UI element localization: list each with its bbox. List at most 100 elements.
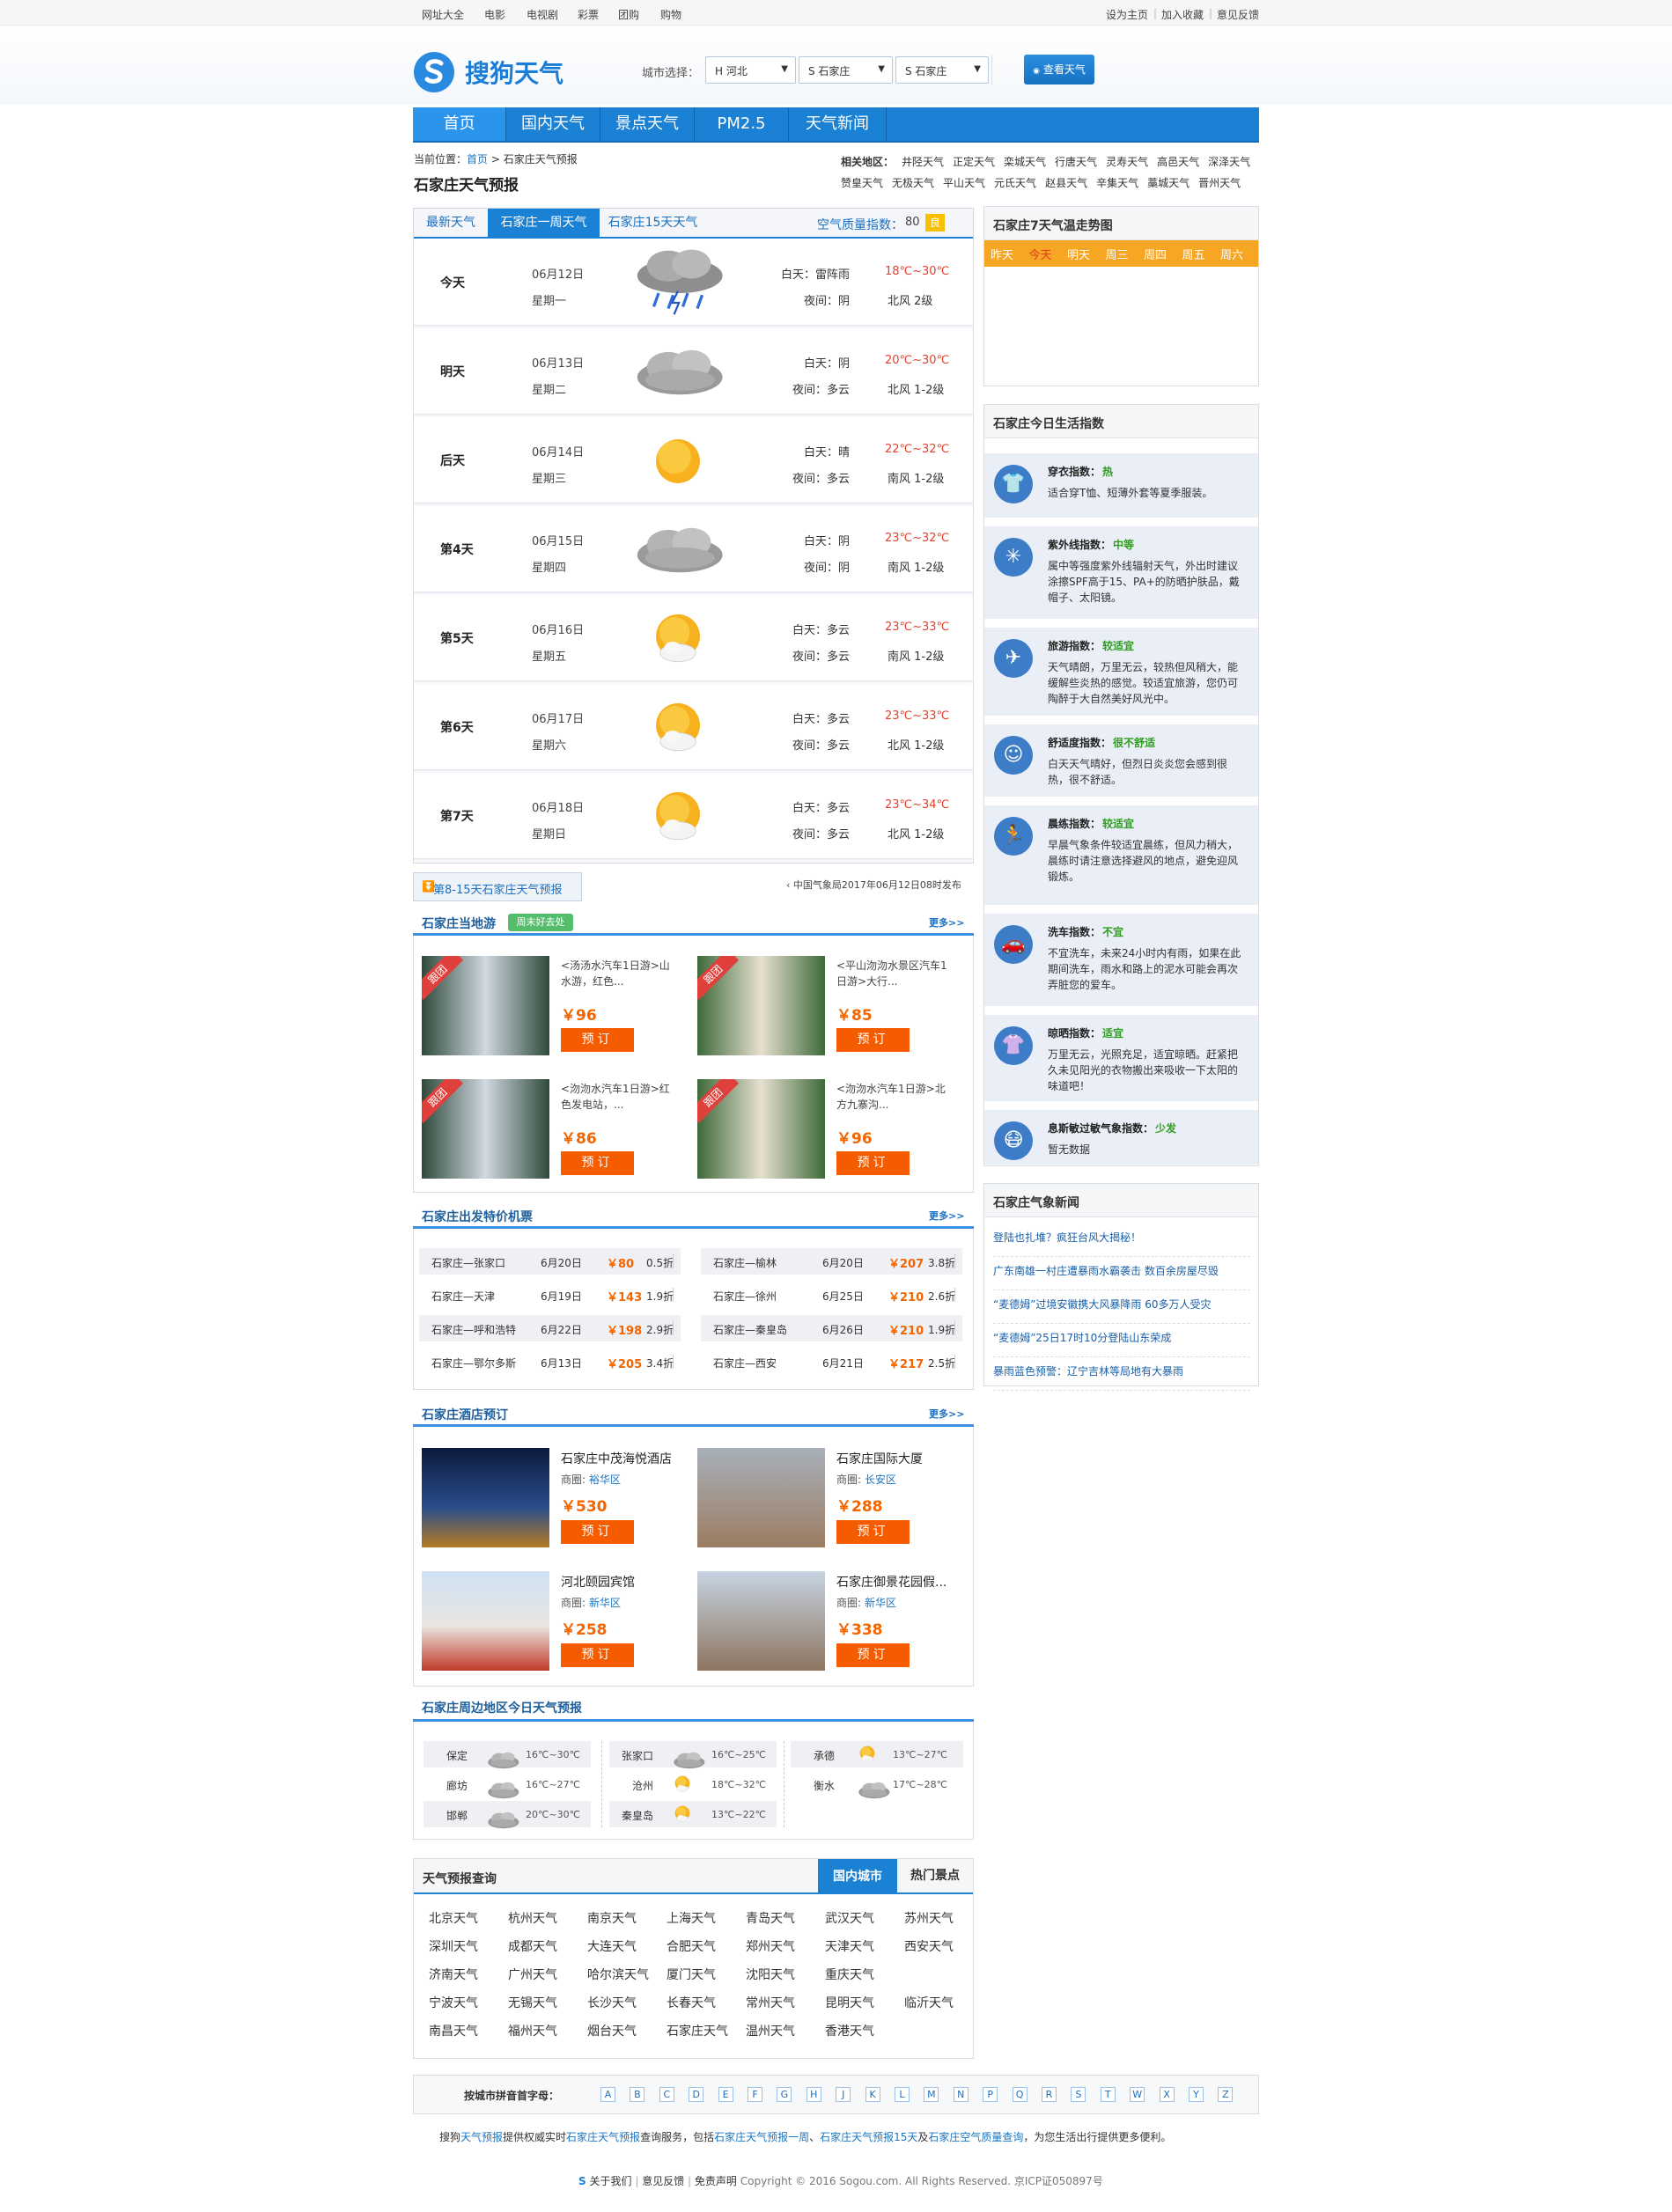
sogou-logo-icon[interactable] [414, 52, 454, 92]
hotel-item[interactable]: 河北颐园宾馆 商圈: 新华区 ￥258 预订 [422, 1571, 686, 1672]
hotel-image[interactable] [697, 1571, 825, 1671]
alpha-letter-m[interactable]: M [924, 2087, 939, 2102]
nav-item-pm25[interactable]: PM2.5 [695, 107, 788, 141]
topbar-link[interactable]: 团购 [618, 7, 639, 22]
related-link[interactable]: 元氏天气 [994, 177, 1036, 189]
topbar-link[interactable]: 加入收藏 [1161, 7, 1204, 22]
city-weather-link[interactable]: 无锡天气 [508, 1994, 557, 2011]
related-link[interactable]: 井陉天气 [902, 156, 944, 168]
footer-disclaimer-link[interactable]: 免责声明 [695, 2175, 737, 2187]
hotels-more-link[interactable]: 更多>> [929, 1407, 964, 1421]
related-link[interactable]: 辛集天气 [1096, 177, 1138, 189]
travel-text[interactable]: <沕沕水汽车1日游>北方九寨沟... [836, 1081, 955, 1113]
city-weather-link[interactable]: 广州天气 [508, 1966, 557, 1983]
travel-image[interactable]: 跟团 [422, 1079, 549, 1179]
city-weather-link[interactable]: 成都天气 [508, 1937, 557, 1955]
more-15days-button[interactable]: ⏬ 第8-15天石家庄天气预报 [413, 872, 582, 901]
travel-image[interactable]: 跟团 [697, 956, 825, 1055]
news-link[interactable]: 登陆也扎堆？疯狂台风大揭秘！ [993, 1230, 1250, 1257]
topbar-link[interactable]: 购物 [660, 7, 681, 22]
news-link[interactable]: “麦德姆”25日17时10分登陆山东荣成 [993, 1330, 1250, 1357]
news-link[interactable]: 暴雨蓝色预警：辽宁吉林等局地有大暴雨 [993, 1363, 1250, 1391]
book-button[interactable]: 预订 [561, 1151, 634, 1175]
nav-item-home[interactable]: 首页 [413, 107, 505, 141]
topbar-link[interactable]: 电视剧 [527, 7, 558, 22]
city-weather-link[interactable]: 温州天气 [746, 2022, 795, 2039]
alpha-letter-n[interactable]: N [953, 2087, 969, 2102]
city-weather-link[interactable]: 上海天气 [667, 1909, 716, 1927]
nearby-row[interactable]: 邯郸 20℃~30℃ [424, 1801, 591, 1829]
book-button[interactable]: 预订 [836, 1643, 910, 1667]
city-weather-link[interactable]: 临沂天气 [904, 1994, 954, 2011]
nearby-row[interactable]: 秦皇岛 13℃~22℃ [609, 1801, 777, 1827]
city-weather-link[interactable]: 哈尔滨天气 [587, 1966, 649, 1983]
city-weather-link[interactable]: 青岛天气 [746, 1909, 795, 1927]
alpha-letter-k[interactable]: K [865, 2087, 880, 2102]
city-weather-link[interactable]: 长春天气 [667, 1994, 716, 2011]
city-weather-link[interactable]: 武汉天气 [825, 1909, 874, 1927]
city-weather-link[interactable]: 杭州天气 [508, 1909, 557, 1927]
hotel-item[interactable]: 石家庄中茂海悦酒店 商圈: 裕华区 ￥530 预订 [422, 1448, 686, 1549]
footer-link[interactable]: 石家庄天气预报一周 [714, 2131, 809, 2143]
nearby-row[interactable]: 承德 13℃~27℃ [791, 1741, 963, 1767]
nearby-row[interactable]: 保定 16℃~30℃ [424, 1741, 591, 1769]
alpha-letter-j[interactable]: J [836, 2087, 851, 2102]
travel-item[interactable]: 跟团 <沕沕水汽车1日游>红色发电站，... ￥86 预订 [422, 1079, 686, 1180]
travel-item[interactable]: 跟团 <沕沕水汽车1日游>北方九寨沟... ￥96 预订 [697, 1079, 961, 1180]
alpha-letter-d[interactable]: D [689, 2087, 704, 2102]
book-button[interactable]: 预订 [836, 1151, 910, 1175]
topbar-link[interactable]: 网址大全 [422, 7, 464, 22]
related-link[interactable]: 正定天气 [953, 156, 995, 168]
city-weather-link[interactable]: 香港天气 [825, 2022, 874, 2039]
travel-image[interactable]: 跟团 [697, 1079, 825, 1179]
city-weather-link[interactable]: 厦门天气 [667, 1966, 716, 1983]
flight-row[interactable]: 石家庄—张家口 6月20日 ￥80 0.5折 [419, 1248, 681, 1275]
city-weather-link[interactable]: 合肥天气 [667, 1937, 716, 1955]
city-weather-link[interactable]: 深圳天气 [429, 1937, 478, 1955]
alpha-letter-s[interactable]: S [1071, 2087, 1086, 2102]
alpha-letter-b[interactable]: B [630, 2087, 645, 2102]
alpha-letter-y[interactable]: Y [1189, 2087, 1204, 2102]
province-select[interactable]: H 河北 ▼ [705, 56, 796, 84]
travel-more-link[interactable]: 更多>> [929, 915, 964, 930]
alpha-letter-f[interactable]: F [748, 2087, 762, 2102]
hotel-image[interactable] [697, 1448, 825, 1547]
city-weather-link[interactable]: 郑州天气 [746, 1937, 795, 1955]
hotel-area[interactable]: 新华区 [589, 1595, 621, 1610]
news-link[interactable]: 广东南雄一村庄遭暴雨水霸袭击 数百余房屋尽毁 [993, 1263, 1250, 1290]
city-weather-link[interactable]: 大连天气 [587, 1937, 637, 1955]
book-button[interactable]: 预订 [561, 1520, 634, 1544]
city-weather-link[interactable]: 南京天气 [587, 1909, 637, 1927]
hotel-name[interactable]: 石家庄国际大厦 [836, 1450, 960, 1467]
hotel-area[interactable]: 新华区 [865, 1595, 896, 1610]
city-weather-link[interactable]: 常州天气 [746, 1994, 795, 2011]
hotel-name[interactable]: 石家庄御景花园假... [836, 1573, 960, 1591]
hotel-name[interactable]: 石家庄中茂海悦酒店 [561, 1450, 684, 1467]
city-weather-link[interactable]: 苏州天气 [904, 1909, 954, 1927]
breadcrumb-home[interactable]: 首页 [467, 153, 488, 165]
related-link[interactable]: 赞皇天气 [841, 177, 883, 189]
alpha-letter-a[interactable]: A [600, 2087, 615, 2102]
hotel-name[interactable]: 河北颐园宾馆 [561, 1573, 684, 1591]
alpha-letter-q[interactable]: Q [1012, 2087, 1028, 2102]
topbar-link[interactable]: 彩票 [578, 7, 599, 22]
travel-image[interactable]: 跟团 [422, 956, 549, 1055]
travel-item[interactable]: 跟团 <汤汤水汽车1日游>山水游，红色... ￥96 预订 [422, 956, 686, 1057]
alpha-letter-z[interactable]: Z [1218, 2087, 1234, 2102]
alpha-letter-e[interactable]: E [718, 2087, 733, 2102]
hotel-area[interactable]: 长安区 [865, 1472, 896, 1487]
related-link[interactable]: 高邑天气 [1157, 156, 1199, 168]
alpha-letter-c[interactable]: C [659, 2087, 674, 2102]
tab-15days[interactable]: 石家庄15天天气 [600, 209, 706, 237]
footer-link[interactable]: 石家庄天气预报15天 [820, 2131, 917, 2143]
aqi-label[interactable]: 空气质量指数： [817, 216, 903, 233]
nearby-row[interactable]: 衡水 17℃~28℃ [791, 1771, 963, 1799]
footer-about-link[interactable]: 关于我们 [589, 2175, 631, 2187]
city-select[interactable]: S 石家庄 ▼ [799, 56, 893, 84]
topbar-link[interactable]: 设为主页 [1106, 7, 1148, 22]
district-select[interactable]: S 石家庄 ▼ [895, 56, 989, 84]
alpha-letter-h[interactable]: H [806, 2087, 821, 2102]
alpha-letter-r[interactable]: R [1042, 2087, 1057, 2102]
tab-hot-scenic[interactable]: 热门景点 [897, 1859, 973, 1892]
tab-domestic-cities[interactable]: 国内城市 [818, 1859, 897, 1894]
